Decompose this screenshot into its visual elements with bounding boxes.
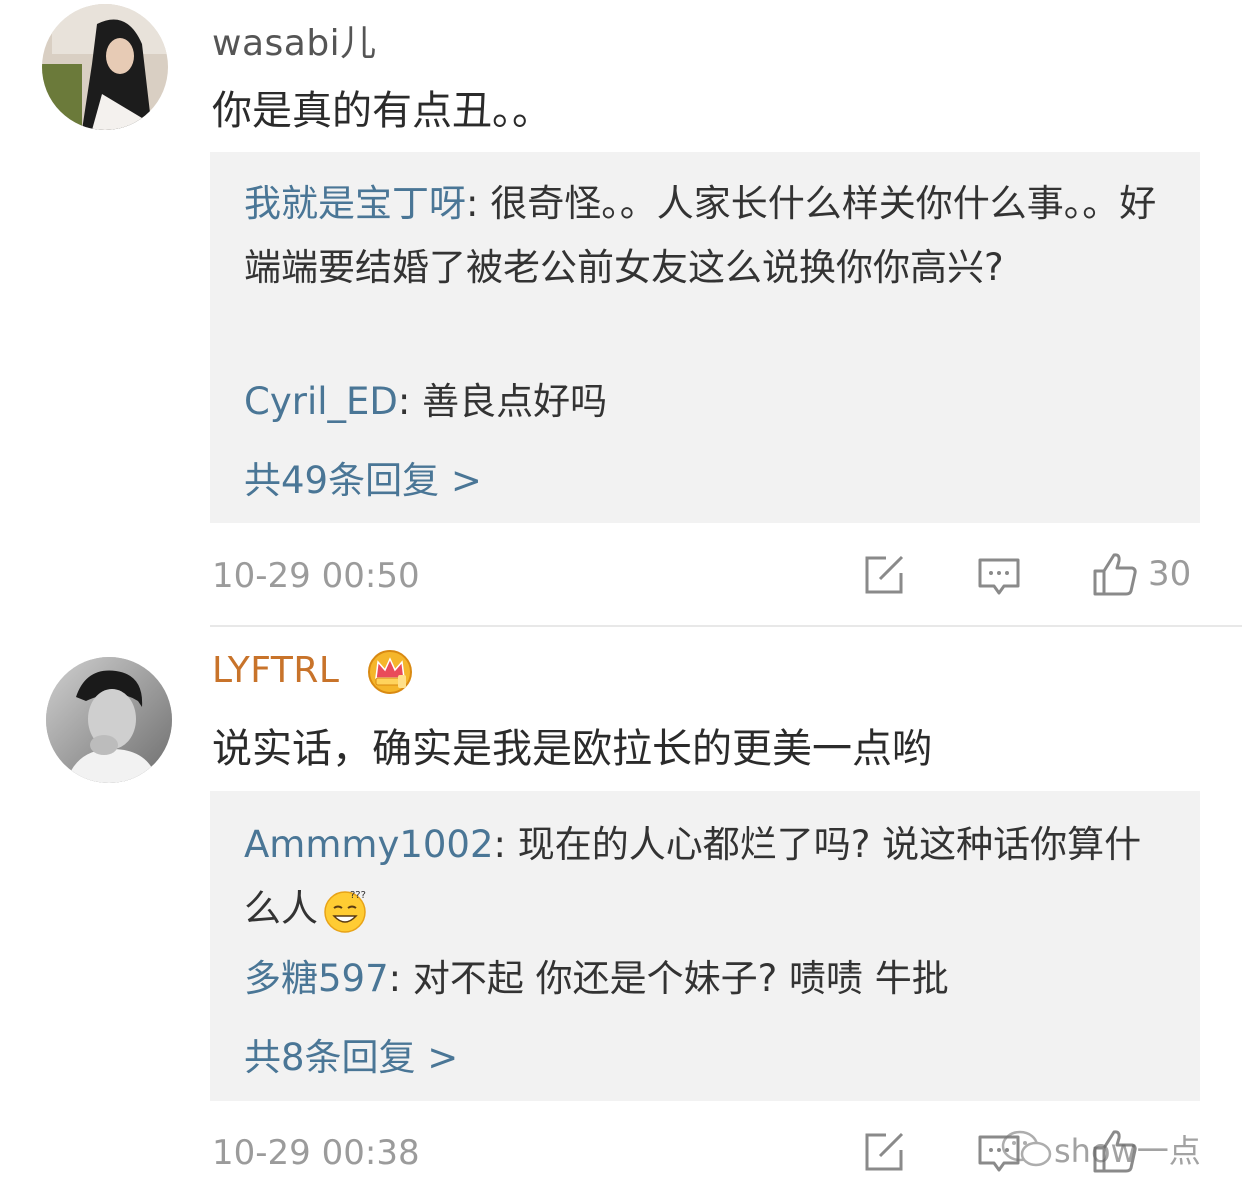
comment-icon — [978, 558, 1020, 595]
reply-username[interactable]: Ammmy1002 — [244, 823, 494, 866]
reply-username[interactable]: 我就是宝丁呀 — [244, 182, 466, 225]
reply-text: : 对不起 你还是个妹子? 啧啧 牛批 — [388, 957, 949, 1000]
divider — [210, 625, 1242, 627]
watermark: show一点 — [1000, 1126, 1201, 1172]
repost-button[interactable] — [864, 1132, 906, 1172]
more-replies-link[interactable]: 共8条回复 > — [244, 1027, 458, 1081]
reply-box[interactable]: Ammmy1002: 现在的人心都烂了吗? 说这种话你算什么人 ??? 多糖59… — [210, 791, 1200, 1101]
reply-item[interactable]: Ammmy1002: 现在的人心都烂了吗? 说这种话你算什么人 ??? — [244, 813, 1174, 941]
reply-username[interactable]: Cyril_ED — [244, 380, 398, 423]
reply-item[interactable]: Cyril_ED: 善良点好吗 — [244, 370, 1174, 434]
like-button[interactable]: 30 — [1092, 551, 1191, 597]
avatar-woman-photo-icon — [42, 4, 168, 130]
wechat-logo-icon — [1001, 1130, 1052, 1167]
watermark-text: show一点 — [1054, 1132, 1201, 1170]
avatar[interactable] — [42, 4, 168, 130]
avatar-man-photo-icon — [46, 657, 172, 783]
edit-icon — [865, 555, 904, 594]
like-count: 30 — [1148, 554, 1192, 594]
reply-item[interactable]: 多糖597: 对不起 你还是个妹子? 啧啧 牛批 — [244, 947, 1174, 1011]
comment-text: 你是真的有点丑。。 — [212, 88, 552, 134]
reply-box[interactable]: 我就是宝丁呀: 很奇怪。。人家长什么样关你什么事。。好端端要结婚了被老公前女友这… — [210, 152, 1200, 523]
crown-badge-icon — [366, 648, 414, 694]
username[interactable]: LYFTRL — [212, 650, 339, 691]
sweat-smile-emoji-icon: ??? — [324, 890, 366, 933]
username[interactable]: wasabi儿 — [212, 14, 377, 66]
svg-text:???: ??? — [350, 890, 366, 901]
timestamp: 10-29 00:38 — [212, 1133, 420, 1173]
timestamp: 10-29 00:50 — [212, 556, 420, 596]
reply-text: : 善良点好吗 — [397, 380, 608, 423]
repost-button[interactable] — [864, 555, 906, 595]
more-replies-link[interactable]: 共49条回复 > — [244, 450, 482, 504]
thumbs-up-icon — [1093, 553, 1137, 596]
reply-username[interactable]: 多糖597 — [244, 957, 389, 1000]
comment-text: 说实话，确实是我是欧拉长的更美一点哟 — [212, 726, 932, 772]
edit-icon — [865, 1132, 904, 1171]
comment-button[interactable] — [977, 557, 1021, 597]
reply-item[interactable]: 我就是宝丁呀: 很奇怪。。人家长什么样关你什么事。。好端端要结婚了被老公前女友这… — [244, 172, 1174, 300]
avatar[interactable] — [46, 657, 172, 783]
